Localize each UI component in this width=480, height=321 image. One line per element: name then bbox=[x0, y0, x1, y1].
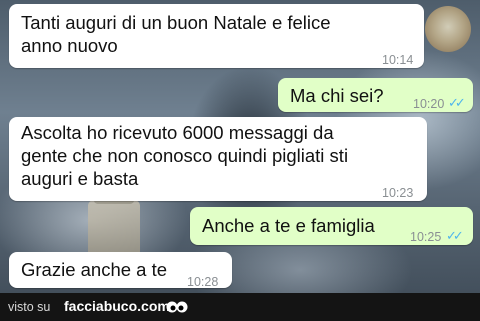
read-receipt-icon: ✓✓ bbox=[446, 228, 464, 243]
googly-eyes-icon bbox=[166, 301, 188, 313]
message-time: 10:20 bbox=[413, 97, 445, 111]
watermark-prefix: visto su bbox=[8, 300, 51, 314]
message-bubble-outgoing[interactable]: Ma chi sei? 10:20 ✓✓ bbox=[278, 78, 473, 112]
message-time: 10:28 bbox=[187, 275, 219, 289]
message-time: 10:14 bbox=[382, 53, 414, 67]
message-text: Grazie anche a te bbox=[21, 259, 168, 280]
message-bubble-outgoing[interactable]: Anche a te e famiglia 10:25 ✓✓ bbox=[190, 207, 473, 245]
read-receipt-icon: ✓✓ bbox=[448, 95, 466, 110]
message-text: Tanti auguri di un buon Natale e felice … bbox=[21, 12, 331, 56]
message-text: Ascolta ho ricevuto 6000 messaggi da gen… bbox=[21, 122, 349, 189]
message-time: 10:25 bbox=[410, 230, 442, 244]
watermark-site-link[interactable]: facciabuco.com bbox=[64, 298, 170, 314]
message-bubble-incoming[interactable]: Grazie anche a te 10:28 bbox=[9, 252, 232, 289]
message-bubble-incoming[interactable]: Ascolta ho ricevuto 6000 messaggi da gen… bbox=[9, 117, 427, 201]
watermark-bar: visto su facciabuco.com bbox=[0, 293, 480, 321]
message-text: Anche a te e famiglia bbox=[202, 215, 375, 236]
message-bubble-incoming[interactable]: Tanti auguri di un buon Natale e felice … bbox=[9, 4, 424, 68]
message-text: Ma chi sei? bbox=[290, 85, 384, 106]
emblem-badge-icon bbox=[425, 6, 471, 52]
message-time: 10:23 bbox=[382, 186, 414, 200]
